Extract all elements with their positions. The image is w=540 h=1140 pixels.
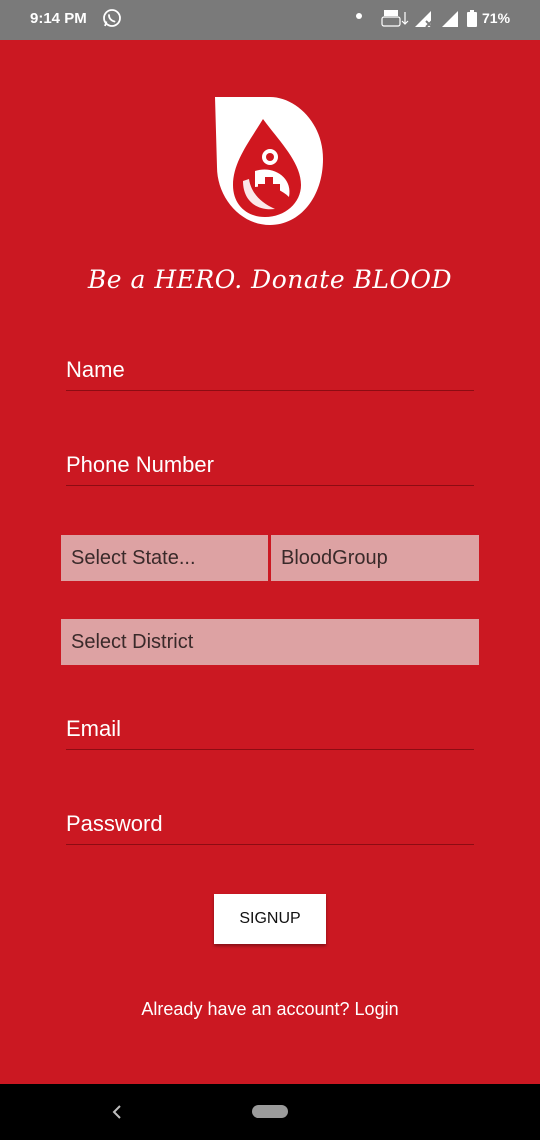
- back-chevron-icon[interactable]: [110, 1100, 124, 1124]
- blood-group-dropdown[interactable]: BloodGroup: [271, 535, 479, 581]
- tagline: Be a HERO. Donate BLOOD: [87, 265, 453, 294]
- blood-drop-logo-icon: [215, 97, 323, 225]
- notification-dot-icon: [356, 13, 362, 19]
- select-district-dropdown[interactable]: Select District: [61, 619, 479, 665]
- password-field[interactable]: [66, 804, 474, 844]
- email-field-container: [66, 700, 474, 750]
- status-time: 9:14 PM: [30, 10, 87, 27]
- signal-icon: [415, 11, 433, 28]
- battery-icon: [467, 10, 477, 27]
- phone-field-container: [66, 436, 474, 486]
- 4g-signal-icon: [442, 8, 458, 27]
- select-state-dropdown[interactable]: Select State...: [61, 535, 268, 581]
- status-bar: 9:14 PM 71%: [0, 0, 540, 40]
- name-field-container: [66, 341, 474, 391]
- name-field[interactable]: [66, 350, 474, 390]
- whatsapp-icon: [103, 9, 121, 27]
- battery-percent: 71%: [482, 10, 511, 26]
- password-field-container: [66, 795, 474, 845]
- signup-button[interactable]: SIGNUP: [214, 894, 326, 944]
- home-pill-icon[interactable]: [252, 1105, 288, 1118]
- phone-number-field[interactable]: [66, 445, 474, 485]
- login-link[interactable]: Already have an account? Login: [0, 999, 540, 1020]
- email-field[interactable]: [66, 709, 474, 749]
- volte-icon: [381, 10, 409, 27]
